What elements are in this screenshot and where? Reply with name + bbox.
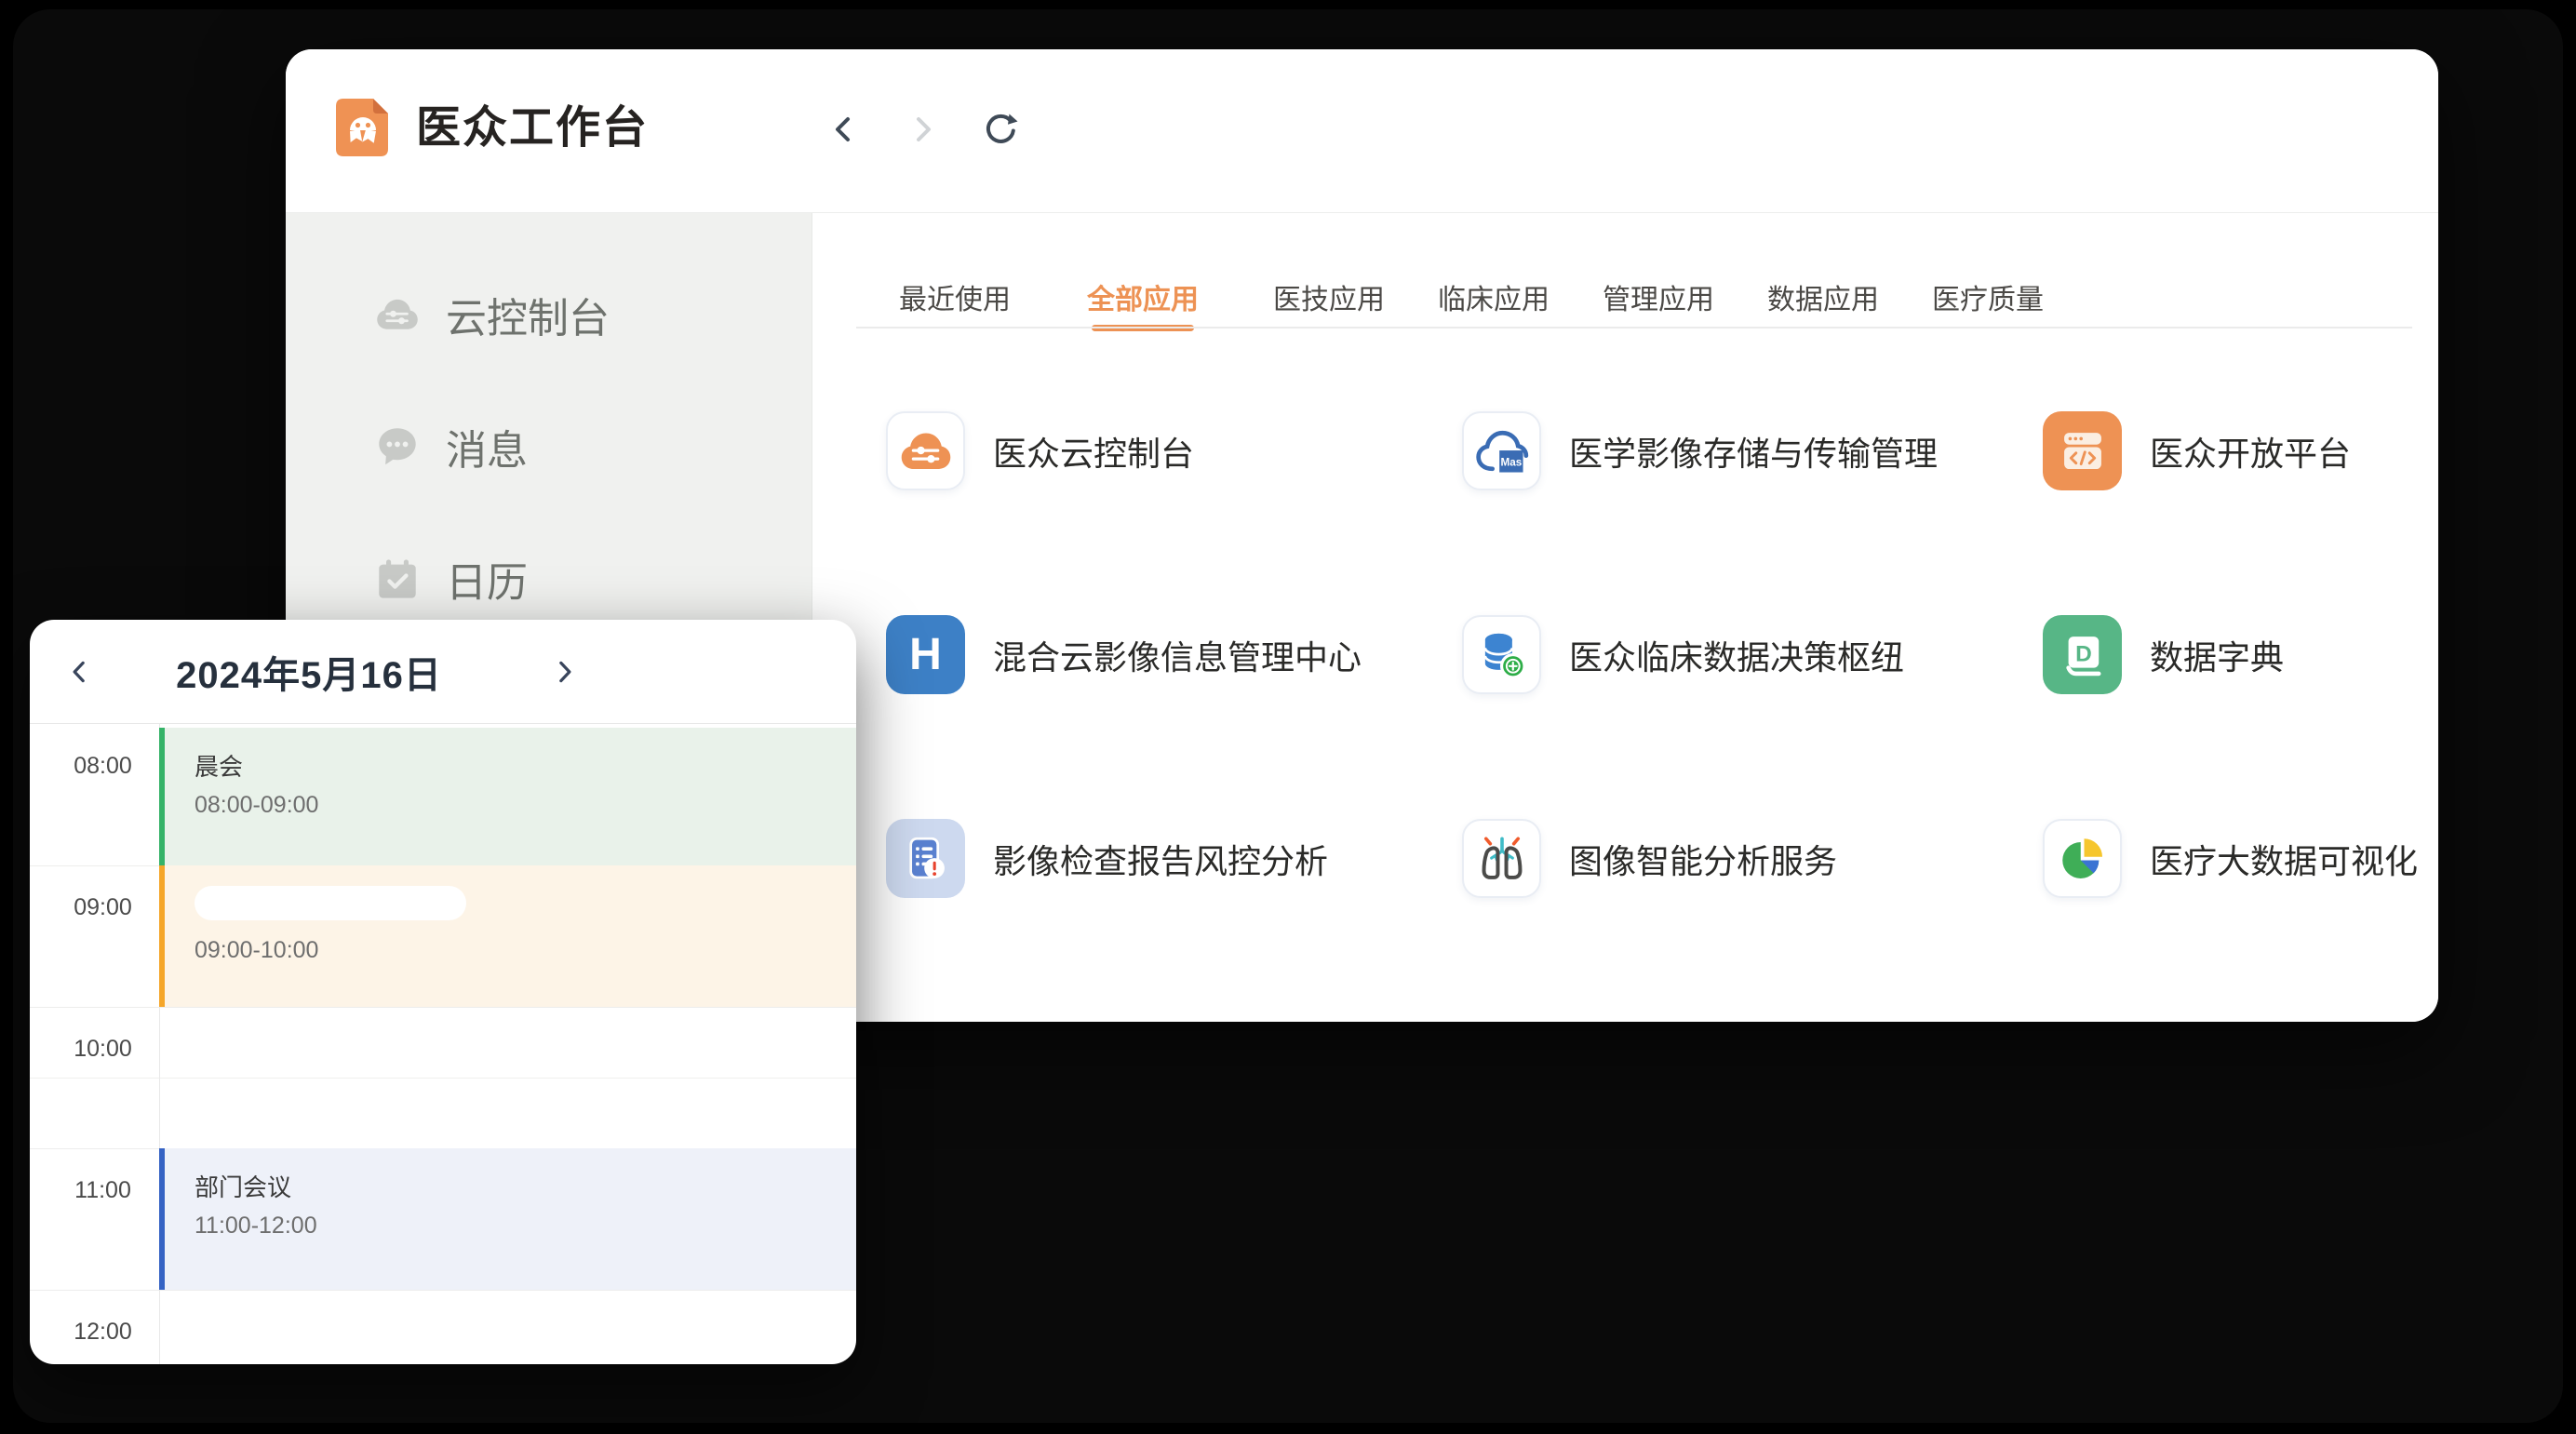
time-label: 10:00 xyxy=(30,1036,159,1063)
tab-label: 全部应用 xyxy=(1087,276,1199,317)
apps-content: 最近使用 全部应用 医技应用 临床应用 管理应用 数据应用 医疗质量 xyxy=(812,213,2438,1022)
sidebar-item-calendar[interactable]: 日历 xyxy=(286,546,812,611)
calendar-date: 2024年5月16日 xyxy=(141,620,476,723)
app-name: 影像检查报告风控分析 xyxy=(993,835,1328,883)
event-time: 09:00-10:00 xyxy=(195,937,856,964)
h-badge-text: H xyxy=(909,629,942,680)
app-clinical-data-hub[interactable]: 医众临床数据决策枢纽 xyxy=(1462,615,1904,694)
hour-gridline xyxy=(30,1290,856,1291)
app-name: 医学影像存储与传输管理 xyxy=(1569,427,1938,476)
back-icon[interactable] xyxy=(825,111,863,148)
calendar-event-department-meeting[interactable]: 部门会议 11:00-12:00 xyxy=(159,1148,856,1290)
tab-medtech-apps[interactable]: 医技应用 xyxy=(1273,266,1385,328)
sidebar-item-label: 日历 xyxy=(446,549,528,609)
tab-divider xyxy=(856,327,2412,328)
tab-all-apps[interactable]: 全部应用 xyxy=(1087,266,1199,328)
tab-quality[interactable]: 医疗质量 xyxy=(1932,266,2044,328)
tab-management-apps[interactable]: 管理应用 xyxy=(1603,266,1714,328)
calendar-event-redacted[interactable]: 09:00-10:00 xyxy=(159,865,856,1007)
calendar-next-icon[interactable] xyxy=(547,655,581,689)
forward-icon[interactable] xyxy=(904,111,941,148)
app-image-ai-analysis[interactable]: 图像智能分析服务 xyxy=(1462,819,1837,898)
lungs-icon xyxy=(1462,819,1541,898)
app-data-dictionary[interactable]: D 数据字典 xyxy=(2043,615,2284,694)
event-title: 晨会 xyxy=(195,748,856,783)
d-badge-text: D xyxy=(2075,641,2092,666)
app-bigdata-visualization[interactable]: 医疗大数据可视化 xyxy=(2043,819,2418,898)
calendar-panel: 2024年5月16日 08:00 09:00 10:00 11:00 12:00… xyxy=(30,620,856,1364)
app-category-tabs: 最近使用 全部应用 医技应用 临床应用 管理应用 数据应用 医疗质量 xyxy=(899,266,2097,328)
window-title: 医众工作台 xyxy=(416,101,649,156)
app-open-platform[interactable]: 医众开放平台 xyxy=(2043,411,2351,490)
cloud-console-icon xyxy=(375,292,420,337)
app-name: 医众云控制台 xyxy=(993,427,1194,476)
event-title-redacted-pill xyxy=(195,886,466,920)
hour-gridline xyxy=(30,1007,856,1008)
sidebar-item-messages[interactable]: 消息 xyxy=(286,414,812,479)
event-color-bar xyxy=(159,728,165,865)
app-cloud-console[interactable]: 医众云控制台 xyxy=(886,411,1194,490)
event-title: 部门会议 xyxy=(195,1169,856,1203)
time-label: 08:00 xyxy=(30,753,159,780)
tab-recent[interactable]: 最近使用 xyxy=(899,266,1011,328)
calendar-day-grid: 08:00 09:00 10:00 11:00 12:00 晨会 08:00-0… xyxy=(30,724,856,1364)
pie-chart-icon xyxy=(2043,819,2122,898)
app-hybrid-cloud-imaging[interactable]: H 混合云影像信息管理中心 xyxy=(886,615,1362,694)
dictionary-book-icon: D xyxy=(2043,615,2122,694)
code-window-icon xyxy=(2043,411,2122,490)
browser-nav xyxy=(825,107,1019,152)
app-name: 医疗大数据可视化 xyxy=(2150,835,2418,883)
cloud-storage-icon: Mas xyxy=(1462,411,1541,490)
app-pacs-storage[interactable]: Mas 医学影像存储与传输管理 xyxy=(1462,411,1938,490)
cloud-sliders-icon xyxy=(886,411,965,490)
calendar-icon xyxy=(375,556,420,601)
tab-data-apps[interactable]: 数据应用 xyxy=(1767,266,1879,328)
calendar-prev-icon[interactable] xyxy=(63,655,97,689)
time-label: 11:00 xyxy=(30,1177,159,1204)
app-name: 数据字典 xyxy=(2150,631,2284,679)
app-name: 混合云影像信息管理中心 xyxy=(993,631,1362,679)
calendar-event-morning-meeting[interactable]: 晨会 08:00-09:00 xyxy=(159,728,856,865)
desktop-background: 医众工作台 xyxy=(0,0,2576,1434)
sidebar-item-label: 消息 xyxy=(446,417,528,476)
calendar-header: 2024年5月16日 xyxy=(30,620,856,724)
time-label: 09:00 xyxy=(30,894,159,921)
report-alert-icon xyxy=(886,819,965,898)
event-color-bar xyxy=(159,865,165,1007)
event-time: 11:00-12:00 xyxy=(195,1213,856,1240)
tab-clinical-apps[interactable]: 临床应用 xyxy=(1438,266,1550,328)
app-logo-icon xyxy=(330,95,396,160)
hospital-letter-icon: H xyxy=(886,615,965,694)
event-color-bar xyxy=(159,1148,165,1290)
mas-badge-text: Mas xyxy=(1500,456,1522,468)
app-name: 医众临床数据决策枢纽 xyxy=(1569,631,1904,679)
sidebar-item-cloud-console[interactable]: 云控制台 xyxy=(286,282,812,347)
window-header: 医众工作台 xyxy=(286,49,2438,212)
message-icon xyxy=(375,424,420,469)
app-report-risk-analysis[interactable]: 影像检查报告风控分析 xyxy=(886,819,1328,898)
app-name: 图像智能分析服务 xyxy=(1569,835,1837,883)
sidebar-item-label: 云控制台 xyxy=(446,285,610,344)
half-hour-gridline xyxy=(30,1078,856,1079)
event-time: 08:00-09:00 xyxy=(195,792,856,819)
refresh-icon[interactable] xyxy=(982,111,1019,148)
database-plus-icon xyxy=(1462,615,1541,694)
time-label: 12:00 xyxy=(30,1319,159,1346)
app-name: 医众开放平台 xyxy=(2150,427,2351,476)
